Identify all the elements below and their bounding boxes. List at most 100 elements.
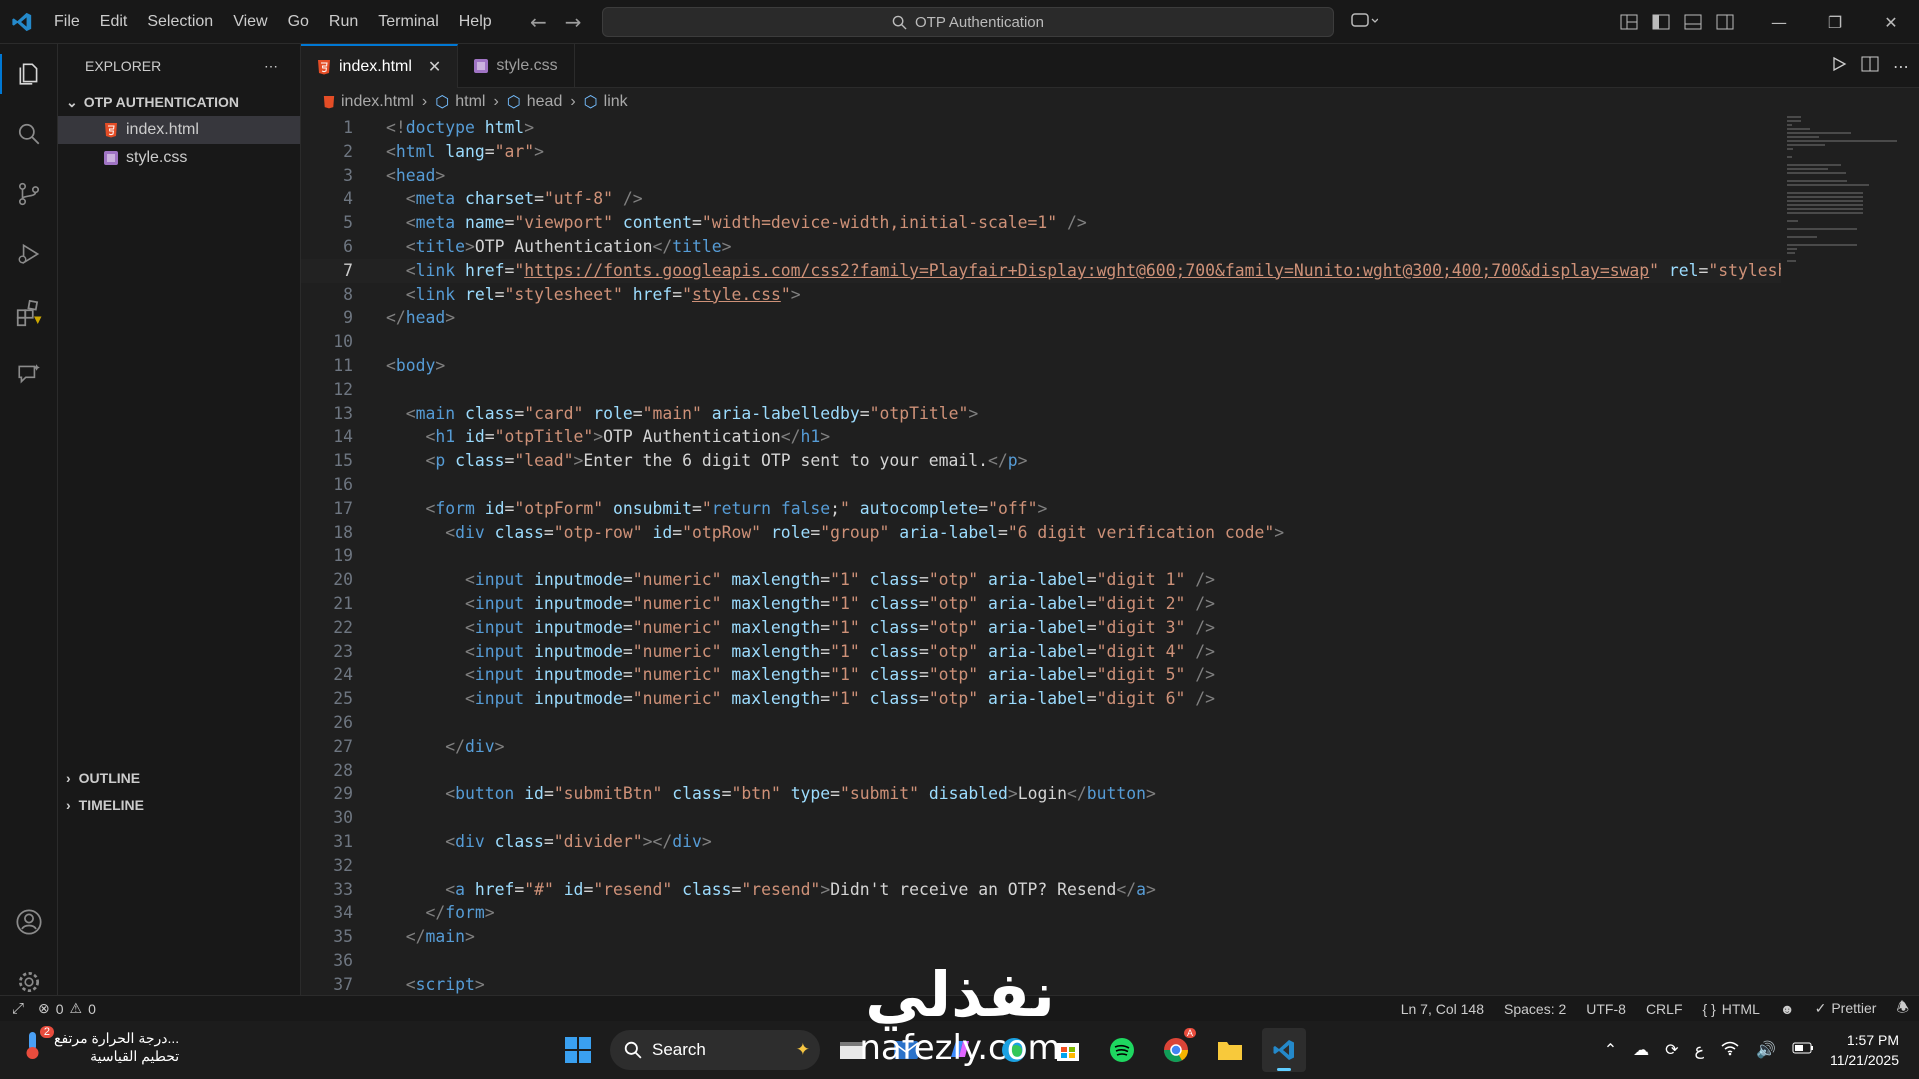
code-editor[interactable]: 1 <!doctype html> 2 <html lang="ar"> 3 <head>… xyxy=(301,116,1781,996)
code-line[interactable]: 25 <input inputmode="numeric" maxlength=… xyxy=(301,687,1781,711)
weather-widget[interactable]: 2 درجة الحرارة مرتفع... تحطيم القياسية xyxy=(22,1025,179,1065)
problems-indicator[interactable]: ⊗ 0 ⚠ 0 xyxy=(38,1000,96,1017)
prettier-status[interactable]: ✓ Prettier xyxy=(1815,1000,1877,1017)
menu-file[interactable]: File xyxy=(44,13,90,31)
close-tab-icon[interactable]: ✕ xyxy=(428,57,441,77)
code-line[interactable]: 3 <head> xyxy=(301,164,1781,188)
remote-icon[interactable]: ⤢ xyxy=(12,1000,24,1017)
vscode-taskbar-icon[interactable] xyxy=(1262,1028,1306,1072)
minimap[interactable] xyxy=(1787,116,1907,286)
notifications-bell-icon[interactable]: 🕭 xyxy=(1896,997,1909,1021)
code-line[interactable]: 28 xyxy=(301,759,1781,783)
code-line[interactable]: 35 </main> xyxy=(301,925,1781,949)
menu-edit[interactable]: Edit xyxy=(90,13,138,31)
code-line[interactable]: 37 <script> xyxy=(301,973,1781,996)
breadcrumb-html[interactable]: html xyxy=(455,93,485,111)
onedrive-cloud-icon[interactable]: ☁ xyxy=(1633,1040,1649,1060)
timeline-section[interactable]: › TIMELINE xyxy=(58,791,301,819)
breadcrumb-head[interactable]: head xyxy=(527,93,563,111)
file-style-css[interactable]: style.css xyxy=(58,144,300,172)
code-line[interactable]: 15 <p class="lead">Enter the 6 digit OTP… xyxy=(301,449,1781,473)
code-line[interactable]: 9 </head> xyxy=(301,306,1781,330)
code-line[interactable]: 5 <meta name="viewport" content="width=d… xyxy=(301,211,1781,235)
code-line[interactable]: 29 <button id="submitBtn" class="btn" ty… xyxy=(301,782,1781,806)
code-line[interactable]: 11 <body> xyxy=(301,354,1781,378)
store-icon[interactable] xyxy=(1046,1028,1090,1072)
battery-icon[interactable] xyxy=(1792,1041,1814,1059)
code-line[interactable]: 8 <link rel="stylesheet" href="style.css… xyxy=(301,283,1781,307)
copilot-status-icon[interactable]: ☻ xyxy=(1780,1001,1795,1017)
customize-layout-icon[interactable] xyxy=(1613,0,1645,44)
toggle-sidebar-icon[interactable] xyxy=(1645,0,1677,44)
menu-selection[interactable]: Selection xyxy=(137,13,223,31)
menu-view[interactable]: View xyxy=(223,13,277,31)
code-line[interactable]: 14 <h1 id="otpTitle">OTP Authentication<… xyxy=(301,425,1781,449)
menu-run[interactable]: Run xyxy=(319,13,368,31)
file-index-html[interactable]: index.html xyxy=(58,116,300,144)
close-window-button[interactable]: ✕ xyxy=(1863,0,1919,44)
chrome-icon[interactable]: A xyxy=(1154,1028,1198,1072)
split-editor-icon[interactable] xyxy=(1861,56,1879,76)
mail-app-icon[interactable] xyxy=(884,1028,928,1072)
source-control-icon[interactable] xyxy=(0,164,58,224)
back-arrow-icon[interactable]: ← xyxy=(530,10,547,34)
toggle-panel-icon[interactable] xyxy=(1677,0,1709,44)
folder-otp-authentication[interactable]: ⌄ OTP AUTHENTICATION xyxy=(58,88,300,116)
code-line[interactable]: 27 </div> xyxy=(301,735,1781,759)
code-line[interactable]: 23 <input inputmode="numeric" maxlength=… xyxy=(301,640,1781,664)
breadcrumb-link[interactable]: link xyxy=(604,93,628,111)
code-line[interactable]: 7 <link href="https://fonts.googleapis.c… xyxy=(301,258,1781,283)
extensions-icon[interactable] xyxy=(0,284,58,344)
code-line[interactable]: 17 <form id="otpForm" onsubmit="return f… xyxy=(301,497,1781,521)
menu-go[interactable]: Go xyxy=(278,13,319,31)
cursor-position[interactable]: Ln 7, Col 148 xyxy=(1401,1001,1484,1017)
code-line[interactable]: 10 xyxy=(301,330,1781,354)
input-language[interactable]: ع xyxy=(1695,1040,1705,1060)
tab-style-css[interactable]: style.css xyxy=(458,44,575,88)
breadcrumb-file[interactable]: index.html xyxy=(341,93,414,111)
menu-terminal[interactable]: Terminal xyxy=(368,13,448,31)
code-line[interactable]: 30 xyxy=(301,806,1781,830)
code-line[interactable]: 13 <main class="card" role="main" aria-l… xyxy=(301,402,1781,426)
copilot-app-icon[interactable] xyxy=(938,1028,982,1072)
encoding[interactable]: UTF-8 xyxy=(1586,1001,1626,1017)
wifi-icon[interactable] xyxy=(1720,1040,1740,1061)
code-line[interactable]: 18 <div class="otp-row" id="otpRow" role… xyxy=(301,521,1781,545)
code-line[interactable]: 24 <input inputmode="numeric" maxlength=… xyxy=(301,663,1781,687)
more-actions-icon[interactable]: ⋯ xyxy=(1893,57,1909,76)
more-actions-icon[interactable]: ⋯ xyxy=(264,58,278,75)
code-line[interactable]: 31 <div class="divider"></div> xyxy=(301,830,1781,854)
language-mode[interactable]: { } HTML xyxy=(1703,1001,1760,1017)
code-line[interactable]: 20 <input inputmode="numeric" maxlength=… xyxy=(301,568,1781,592)
folder-explorer-icon[interactable] xyxy=(1208,1028,1252,1072)
restore-button[interactable]: ❐ xyxy=(1807,0,1863,44)
chevron-up-icon[interactable]: ⌃ xyxy=(1604,1040,1617,1060)
code-line[interactable]: 22 <input inputmode="numeric" maxlength=… xyxy=(301,616,1781,640)
indentation[interactable]: Spaces: 2 xyxy=(1504,1001,1566,1017)
code-line[interactable]: 6 <title>OTP Authentication</title> xyxy=(301,235,1781,259)
menu-help[interactable]: Help xyxy=(449,13,502,31)
start-button[interactable] xyxy=(556,1028,600,1072)
code-line[interactable]: 21 <input inputmode="numeric" maxlength=… xyxy=(301,592,1781,616)
code-line[interactable]: 19 xyxy=(301,544,1781,568)
taskbar-search[interactable]: Search ✦ xyxy=(610,1030,820,1070)
chat-icon[interactable] xyxy=(0,344,58,404)
account-icon[interactable] xyxy=(0,892,58,952)
outline-section[interactable]: › OUTLINE xyxy=(58,764,301,792)
code-line[interactable]: 33 <a href="#" id="resend" class="resend… xyxy=(301,878,1781,902)
run-debug-icon[interactable] xyxy=(0,224,58,284)
spotify-icon[interactable] xyxy=(1100,1028,1144,1072)
code-line[interactable]: 34 </form> xyxy=(301,901,1781,925)
line-ending[interactable]: CRLF xyxy=(1646,1001,1683,1017)
code-line[interactable]: 4 <meta charset="utf-8" /> xyxy=(301,187,1781,211)
tab-index-html[interactable]: index.html ✕ xyxy=(301,44,459,88)
run-file-icon[interactable] xyxy=(1831,56,1847,76)
copilot-icon[interactable] xyxy=(1350,10,1379,36)
minimize-button[interactable]: — xyxy=(1751,0,1807,44)
code-line[interactable]: 32 xyxy=(301,854,1781,878)
clock[interactable]: 1:57 PM 11/21/2025 xyxy=(1830,1030,1899,1070)
code-line[interactable]: 16 xyxy=(301,473,1781,497)
code-line[interactable]: 36 xyxy=(301,949,1781,973)
forward-arrow-icon[interactable]: → xyxy=(565,10,582,34)
code-line[interactable]: 2 <html lang="ar"> xyxy=(301,140,1781,164)
